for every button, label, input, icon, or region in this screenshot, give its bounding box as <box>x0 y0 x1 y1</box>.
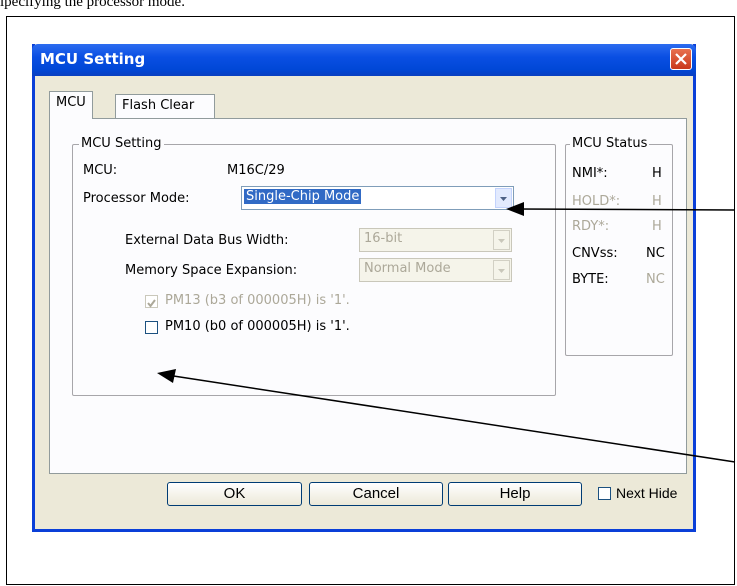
mcu-value: M16C/29 <box>227 163 285 178</box>
dropdown-arrow <box>493 230 510 250</box>
status-label-nmi: NMI*: <box>572 166 608 181</box>
tab-mcu[interactable]: MCU <box>49 91 93 119</box>
cancel-button[interactable]: Cancel <box>309 482 443 506</box>
chevron-down-icon <box>500 197 507 201</box>
next-hide-checkbox[interactable] <box>598 487 611 500</box>
status-value-cnvss: NC <box>646 246 665 261</box>
status-value-rdy: H <box>652 219 662 234</box>
close-button[interactable] <box>670 48 692 70</box>
memory-space-expansion-label: Memory Space Expansion: <box>125 263 298 278</box>
close-icon <box>675 53 687 65</box>
chevron-down-icon <box>498 239 505 243</box>
pm10-label: PM10 (b0 of 000005H) is '1'. <box>165 319 350 334</box>
dialog-title: MCU Setting <box>40 50 146 68</box>
memory-space-expansion-value: Normal Mode <box>364 261 451 276</box>
status-value-nmi: H <box>652 166 662 181</box>
chevron-down-icon <box>498 269 505 273</box>
tab-flash-clear[interactable]: Flash Clear <box>115 94 215 118</box>
processor-mode-value: Single-Chip Mode <box>244 189 362 204</box>
title-bar[interactable]: MCU Setting <box>32 44 696 76</box>
next-hide-label: Next Hide <box>616 485 678 501</box>
processor-mode-label: Processor Mode: <box>83 191 190 206</box>
status-value-byte: NC <box>646 272 665 287</box>
mcu-setting-legend: MCU Setting <box>79 136 164 151</box>
help-button[interactable]: Help <box>448 482 582 506</box>
document-text-top: ıpecifying the processor mode. <box>0 0 185 10</box>
pm13-checkbox[interactable] <box>145 295 158 308</box>
status-label-byte: BYTE: <box>572 272 609 287</box>
status-value-hold: H <box>652 194 662 209</box>
external-data-bus-width-select[interactable]: 16-bit <box>359 228 512 252</box>
ok-button[interactable]: OK <box>167 482 302 506</box>
external-data-bus-width-value: 16-bit <box>364 231 403 246</box>
dropdown-arrow[interactable] <box>495 188 512 208</box>
mcu-status-group: MCU Status NMI*: H HOLD*: H RDY*: H CNVs… <box>565 136 673 356</box>
mcu-setting-group: MCU Setting MCU: M16C/29 Processor Mode:… <box>72 136 556 396</box>
memory-space-expansion-select[interactable]: Normal Mode <box>359 258 512 282</box>
mcu-label: MCU: <box>83 163 118 178</box>
status-label-cnvss: CNVss: <box>572 246 618 261</box>
status-label-hold: HOLD*: <box>572 194 621 209</box>
mcu-setting-dialog: MCU Setting MCU Flash Clear MCU Setting … <box>32 44 696 532</box>
mcu-status-legend: MCU Status <box>570 136 650 151</box>
dropdown-arrow <box>493 260 510 280</box>
pm13-label: PM13 (b3 of 000005H) is '1'. <box>165 293 350 308</box>
tab-panel: MCU Setting MCU: M16C/29 Processor Mode:… <box>49 118 687 474</box>
pm10-checkbox[interactable] <box>145 321 158 334</box>
processor-mode-select[interactable]: Single-Chip Mode <box>241 186 514 210</box>
status-label-rdy: RDY*: <box>572 219 610 234</box>
external-data-bus-width-label: External Data Bus Width: <box>125 233 289 248</box>
checkmark-icon <box>147 299 156 308</box>
